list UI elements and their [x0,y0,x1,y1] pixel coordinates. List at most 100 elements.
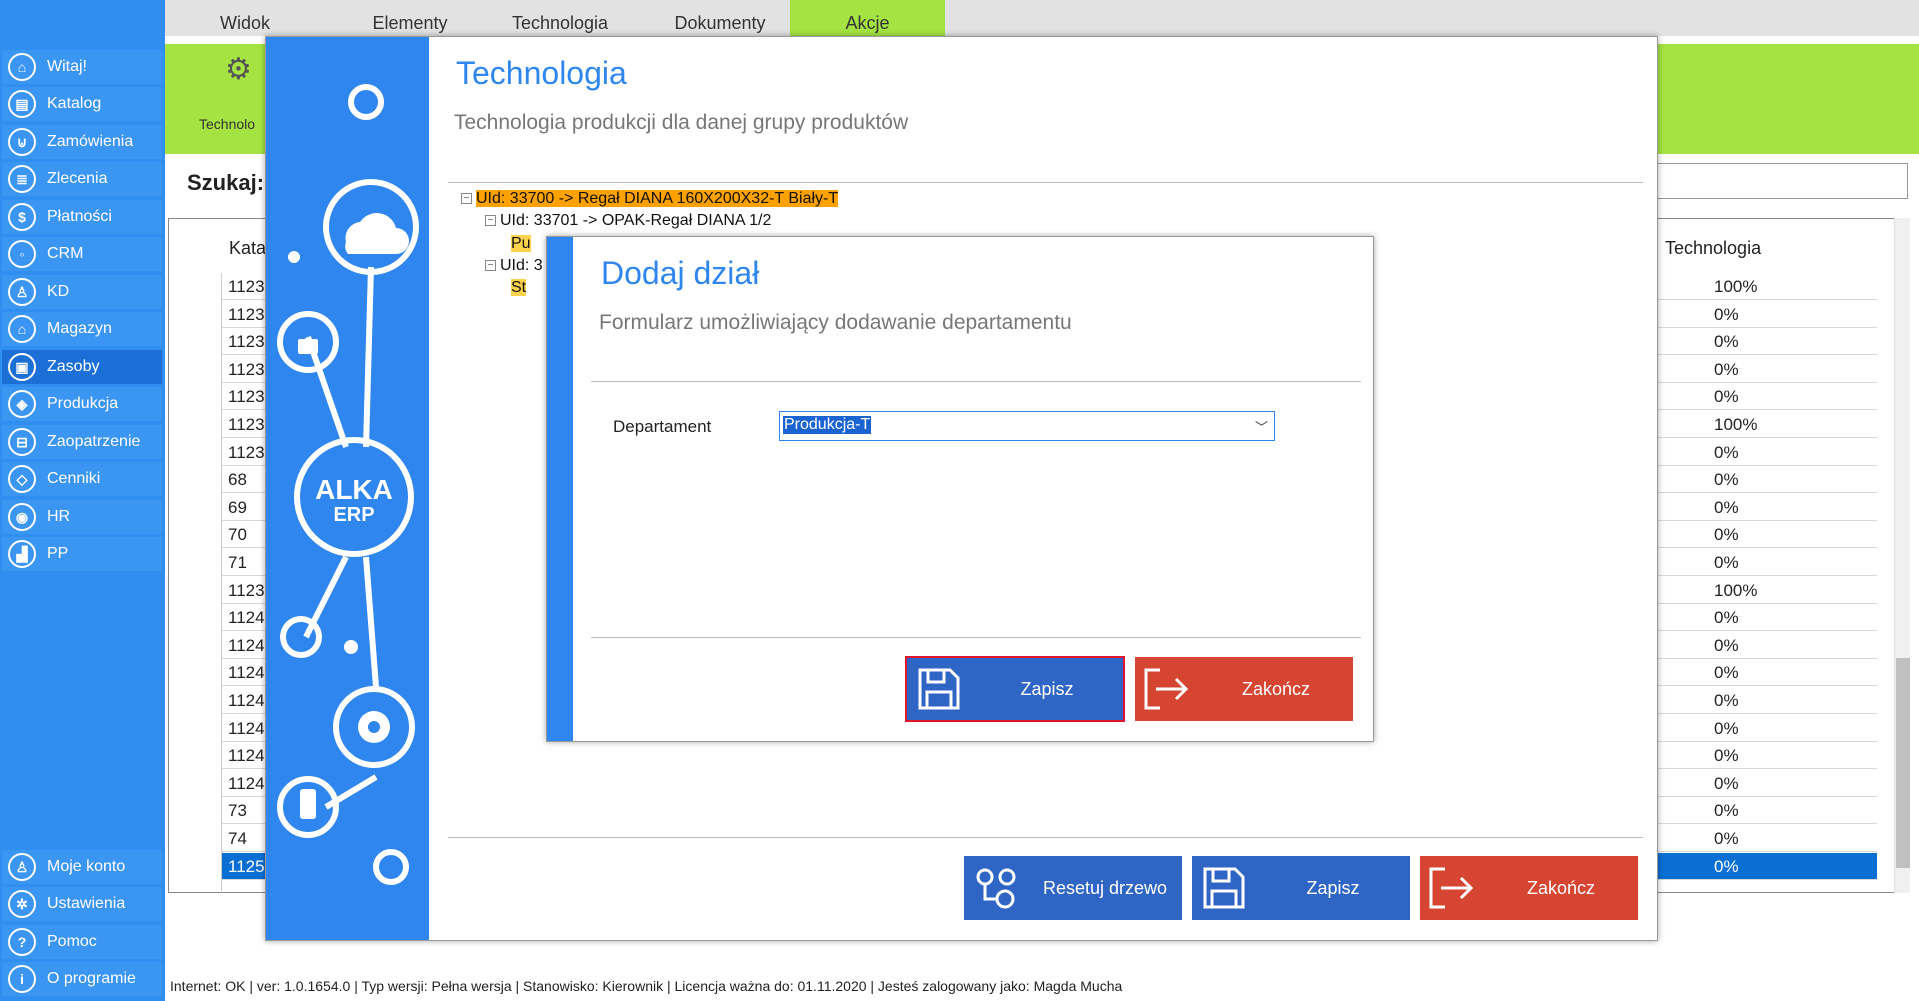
tree-node-child1[interactable]: − UId: 33701 -> OPAK-Regał DIANA 1/2 [485,211,771,231]
sidebar-item-label: Zamówienia [47,133,134,150]
sidebar-item-witaj[interactable]: ⌂ Witaj! [2,50,162,84]
cell-catalog: 1124 [228,773,265,793]
department-value: Produkcja-T [783,416,872,434]
sidebar-item-label: KD [47,283,70,300]
cell-catalog: 1124 [228,718,265,738]
brand-network-graphic: ALKA ERP [277,84,419,885]
row-header-bar [169,273,222,893]
tag-icon: ◇ [8,465,36,493]
dialog-close-button[interactable]: Zakończ [1135,657,1353,721]
sidebar-item-cenniki[interactable]: ◇ Cenniki [2,462,162,496]
cell-catalog: 68 [228,470,247,490]
top-menu-bar: Widok Elementy Technologia Dokumenty Akc… [165,0,1919,36]
gears-icon [964,856,1028,920]
sidebar-item-katalog[interactable]: ▤ Katalog [2,87,162,121]
technology-subtitle: Technologia produkcji dla danej grupy pr… [454,111,909,134]
tab-dokumenty[interactable]: Dokumenty [645,0,795,36]
sidebar-item-crm[interactable]: ◦ CRM [2,237,162,271]
cell-technology: 100% [1714,415,1758,434]
tree-node-child2-leaf[interactable]: St [511,278,527,298]
sidebar-item-pp[interactable]: ▟ PP [2,537,162,571]
exit-icon [1420,856,1484,920]
status-bar: Internet: OK | ver: 1.0.1654.0 | Typ wer… [170,978,1123,994]
sidebar-item-zlecenia[interactable]: ≣ Zlecenia [2,162,162,196]
cell-catalog: 1124 [228,608,265,628]
cell-technology: 0% [1714,470,1739,490]
save-button[interactable]: Zapisz [1192,856,1410,920]
cell-catalog: 1123 [228,277,265,296]
cell-technology: 0% [1714,359,1739,379]
divider [448,837,1643,838]
sidebar-item-label: Zasoby [47,358,100,375]
reset-tree-button[interactable]: Resetuj drzewo [964,856,1182,920]
exit-icon [1135,657,1199,721]
tab-widok[interactable]: Widok [195,0,295,36]
search-input[interactable] [1650,163,1908,199]
brand-logo-subtext: ERP [333,504,374,526]
sidebar-item-label: Katalog [47,95,102,112]
chevron-down-icon[interactable]: ﹀ [1255,417,1268,436]
cell-technology: 0% [1714,387,1739,407]
warehouse-icon: ⌂ [8,315,36,343]
close-button[interactable]: Zakończ [1420,856,1638,920]
scrollbar-thumb[interactable] [1896,658,1910,868]
tab-technologia[interactable]: Technologia [485,0,635,36]
sidebar-item-platnosci[interactable]: $ Płatności [2,200,162,234]
sidebar-item-label: PP [47,545,69,562]
sidebar-item-produkcja[interactable]: ◈ Produkcja [2,387,162,421]
sidebar-item-moje-konto[interactable]: ♙ Moje konto [2,850,162,884]
sidebar-item-ustawienia[interactable]: ✲ Ustawienia [2,887,162,921]
sidebar-item-pomoc[interactable]: ? Pomoc [2,925,162,959]
info-icon: i [8,965,36,993]
cell-catalog: 70 [228,525,247,545]
tree-node-child2[interactable]: − UId: 3 [485,256,543,276]
collapse-icon[interactable]: − [461,193,472,205]
sidebar-item-label: Produkcja [47,395,119,412]
sidebar: ⌂ Witaj! ▤ Katalog ⊍ Zamówienia ≣ Zlecenia $… [0,0,165,1001]
cell-technology: 0% [1714,856,1739,876]
resources-icon: ▣ [8,353,36,381]
cell-technology: 0% [1714,691,1739,710]
dialog-save-button[interactable]: Zapisz [905,656,1125,722]
sidebar-item-zamowienia[interactable]: ⊍ Zamówienia [2,125,162,159]
cart-icon: ⊍ [8,128,36,156]
collapse-icon[interactable]: − [485,215,496,227]
cell-catalog: 1123 [228,580,265,600]
col-header-catalog[interactable]: Kata [229,219,266,273]
sidebar-item-label: Płatności [47,208,112,225]
technology-gears-icon[interactable]: ⚙ [225,52,252,87]
floppy-disk-icon [1192,856,1256,920]
divider [591,381,1361,382]
cell-catalog: 71 [228,553,247,572]
dialog-title: Dodaj dział [601,255,760,291]
floppy-disk-icon [907,657,971,721]
grid-scrollbar[interactable] [1894,218,1910,893]
sidebar-item-magazyn[interactable]: ⌂ Magazyn [2,312,162,346]
tab-akcje[interactable]: Akcje [790,0,945,36]
col-header-technology[interactable]: Technologia [1665,219,1761,273]
sidebar-item-zasoby[interactable]: ▣ Zasoby [2,350,162,384]
collapse-icon[interactable]: − [485,260,496,272]
sidebar-item-hr[interactable]: ◉ HR [2,500,162,534]
sidebar-item-label: Zlecenia [47,170,108,187]
tab-elementy[interactable]: Elementy [345,0,475,36]
hr-icon: ◉ [8,503,36,531]
ribbon-technology-label[interactable]: Technolo [199,116,255,132]
cell-technology: 0% [1714,773,1739,793]
tree-node-child1-leaf[interactable]: Pu [511,234,531,254]
truck-icon: ⊟ [8,428,36,456]
cell-technology: 100% [1714,580,1758,600]
sidebar-item-label: Magazyn [47,320,112,337]
technology-title: Technologia [456,55,627,91]
sidebar-item-label: Pomoc [47,933,97,950]
sidebar-item-o-programie[interactable]: i O programie [2,962,162,996]
tree-node-root[interactable]: − UId: 33700 -> Regał DIANA 160X200X32-T … [461,189,839,209]
sidebar-item-kd[interactable]: ♙ KD [2,275,162,309]
department-select[interactable]: Produkcja-T ﹀ [779,411,1275,441]
brand-logo-text: ALKA [315,474,393,505]
sidebar-item-zaopatrzenie[interactable]: ⊟ Zaopatrzenie [2,425,162,459]
cell-technology: 0% [1714,332,1739,352]
cell-catalog: 69 [228,497,247,517]
cell-catalog: 1124 [228,746,265,766]
cell-catalog: 1123 [228,359,265,379]
